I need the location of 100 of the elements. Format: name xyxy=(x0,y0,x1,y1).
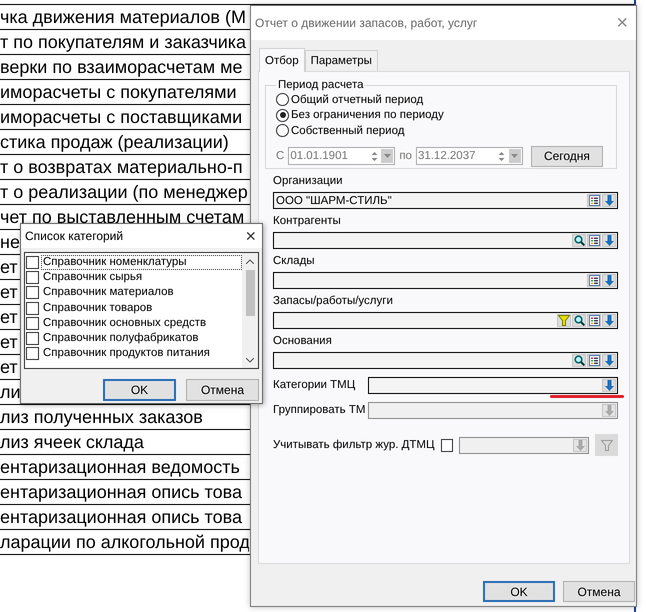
search-icon xyxy=(574,315,584,326)
report-title[interactable]: ентаризационная опись това xyxy=(0,482,242,502)
report-title[interactable]: т о реализации (по менеджер xyxy=(0,182,248,202)
dropdown-button[interactable] xyxy=(602,379,616,392)
report-title[interactable]: ет xyxy=(0,332,18,352)
checkbox[interactable] xyxy=(26,256,39,270)
checkbox[interactable] xyxy=(26,316,39,330)
field-label: Запасы/работы/услуги xyxy=(273,295,394,308)
tab[interactable]: Отбор xyxy=(259,48,305,72)
field-label: Основания xyxy=(273,335,333,348)
report-title[interactable]: ет xyxy=(0,356,18,378)
dialog-button[interactable]: OK xyxy=(103,379,176,401)
radio-label: Собственный период xyxy=(291,124,404,137)
down-arrow-icon xyxy=(604,405,614,416)
filter-icon xyxy=(558,315,570,326)
checkbox[interactable] xyxy=(26,302,39,315)
report-title[interactable]: ли xyxy=(0,382,21,402)
date-label: С xyxy=(276,150,284,162)
dropdown-button[interactable] xyxy=(602,314,616,327)
report-title[interactable]: ет xyxy=(0,306,18,328)
report-title[interactable]: ентаризационная опись това xyxy=(0,506,242,528)
search-icon xyxy=(574,355,584,366)
date-value: 31.12.2037 xyxy=(416,150,476,162)
filter-icon xyxy=(600,440,613,450)
checkbox-label: Учитывать фильтр жур. ДТМЦ xyxy=(273,438,435,452)
tab[interactable]: Параметры xyxy=(304,50,378,71)
dialog-button[interactable]: Отмена xyxy=(186,379,259,401)
dropdown-button[interactable] xyxy=(602,274,616,287)
radio-label: Без ограничения по периоду xyxy=(291,109,444,122)
search-button[interactable] xyxy=(572,354,586,367)
category-item[interactable]: Справочник материалов xyxy=(41,285,176,300)
dialog-button[interactable]: OK xyxy=(483,581,555,602)
dropdown-button[interactable] xyxy=(602,354,616,367)
list-button[interactable] xyxy=(587,234,601,247)
dropdown-button[interactable] xyxy=(602,194,616,207)
input-field[interactable] xyxy=(273,272,618,289)
report-title[interactable]: не xyxy=(0,232,20,252)
category-item[interactable]: Справочник номенклатуры xyxy=(41,255,242,270)
date-value: 01.01.1901 xyxy=(289,150,349,162)
report-title[interactable]: иморасчеты с покупателями xyxy=(0,82,237,102)
caret-icon xyxy=(511,154,518,158)
list-icon xyxy=(588,315,600,326)
input-field[interactable] xyxy=(273,232,618,249)
field-label: Склады xyxy=(273,255,316,268)
scrollbar[interactable] xyxy=(242,253,258,368)
checkbox[interactable] xyxy=(26,347,39,360)
report-title[interactable]: лиз полученных заказов xyxy=(0,406,203,428)
close-button[interactable]: × xyxy=(245,226,256,246)
report-title[interactable]: иморасчеты с поставщиками xyxy=(0,106,242,128)
report-title[interactable]: лиз ячеек склада xyxy=(0,432,144,452)
search-icon xyxy=(574,235,584,246)
category-item[interactable]: Справочник продуктов питания xyxy=(41,346,212,362)
scroll-thumb[interactable] xyxy=(246,270,254,316)
window-title: Отчет о движении запасов, работ, услуг xyxy=(255,16,478,30)
report-title[interactable]: т по покупателям и заказчика xyxy=(0,32,246,52)
field-label: Категории ТМЦ xyxy=(273,379,356,392)
report-title[interactable]: ет xyxy=(0,256,18,278)
checkbox[interactable] xyxy=(26,332,39,346)
category-item[interactable]: Справочник сырья xyxy=(41,270,144,286)
report-title[interactable]: стика продаж (реализации) xyxy=(0,132,229,152)
report-title[interactable]: т о возвратах материально-п xyxy=(0,156,243,178)
field-label: Группировать ТМ xyxy=(273,404,366,417)
category-item[interactable]: Справочник товаров xyxy=(41,300,154,316)
list-button[interactable] xyxy=(587,194,601,207)
field-value: ООО "ШАРМ-СТИЛЬ" xyxy=(275,194,393,206)
down-arrow-icon xyxy=(604,380,614,391)
checkbox[interactable] xyxy=(26,286,39,300)
list-icon xyxy=(588,195,600,206)
report-title[interactable]: ентаризационная ведомость xyxy=(0,456,240,478)
radio-label: Общий отчетный период xyxy=(291,94,424,106)
down-arrow-icon xyxy=(604,235,614,246)
input-field[interactable] xyxy=(273,352,618,369)
list-icon xyxy=(588,275,600,286)
down-arrow-icon xyxy=(604,195,614,206)
input-field[interactable] xyxy=(273,312,618,329)
down-arrow-icon xyxy=(604,275,614,286)
group-title: Период расчета xyxy=(276,78,366,92)
dropdown-button[interactable] xyxy=(602,234,616,247)
report-title[interactable]: ет xyxy=(0,282,18,302)
input-field[interactable]: ООО "ШАРМ-СТИЛЬ" xyxy=(273,192,618,209)
checkbox[interactable] xyxy=(26,271,39,284)
category-item[interactable]: Справочник основных средств xyxy=(41,316,208,331)
report-title[interactable]: чка движения материалов (М xyxy=(0,6,246,28)
list-button[interactable] xyxy=(587,314,601,327)
category-item[interactable]: Справочник полуфабрикатов xyxy=(41,331,200,346)
list-icon xyxy=(588,355,600,366)
search-button[interactable] xyxy=(572,314,586,327)
date-label: по xyxy=(399,150,412,162)
down-arrow-icon xyxy=(604,355,614,366)
input-field[interactable] xyxy=(368,377,618,394)
search-button[interactable] xyxy=(572,234,586,247)
down-arrow-icon xyxy=(576,440,585,450)
dialog-button[interactable]: Отмена xyxy=(563,581,635,602)
caret-icon xyxy=(384,154,391,158)
list-icon xyxy=(588,235,600,246)
list-button[interactable] xyxy=(587,274,601,287)
list-button[interactable] xyxy=(587,354,601,367)
window-title: Список категорий xyxy=(25,229,124,243)
report-title[interactable]: верки по взаиморасчетам ме xyxy=(0,56,243,78)
field-label: Организации xyxy=(273,175,344,188)
